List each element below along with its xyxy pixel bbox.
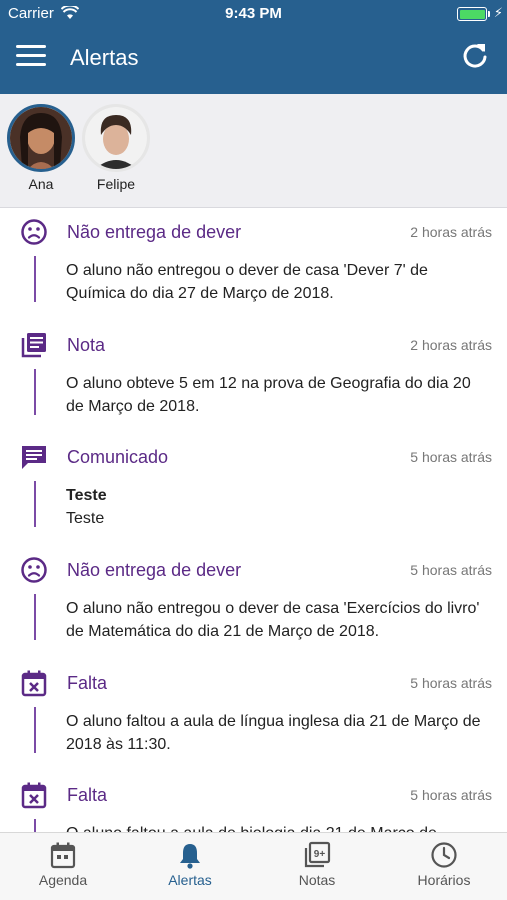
timeline-line (34, 594, 36, 640)
student-felipe[interactable]: Felipe (82, 104, 150, 192)
alert-title: Falta (67, 673, 108, 693)
alert-title: Comunicado (67, 447, 169, 467)
page-title: Alertas (70, 45, 139, 70)
bell-icon (180, 844, 200, 869)
menu-bar (16, 63, 46, 66)
menu-button[interactable] (16, 45, 46, 69)
student-ana[interactable]: Ana (7, 104, 75, 192)
tab-label: Alertas (168, 872, 212, 888)
grades-icon: 9+ (304, 841, 331, 868)
alert-body: O aluno faltou a aula de biologia dia 21… (66, 822, 486, 832)
alert-time: 2 horas atrás (410, 224, 492, 240)
alert-body: O aluno obteve 5 em 12 na prova de Geogr… (66, 375, 471, 415)
alert-title: Não entrega de dever (67, 222, 242, 242)
timeline-line (34, 256, 36, 302)
tab-notas[interactable]: 9+ Notas (254, 833, 380, 900)
timeline-line (34, 819, 36, 832)
menu-bar (16, 54, 46, 57)
battery-icon (457, 7, 487, 21)
charging-bolt-icon: ⚡ (493, 5, 503, 20)
refresh-button[interactable] (461, 41, 489, 69)
app-header: Carrier 9:43 PM ⚡ Alertas (0, 0, 507, 94)
calendar-x-icon (21, 782, 47, 809)
timeline-line (34, 481, 36, 527)
svg-text:9+: 9+ (314, 849, 326, 860)
avatar (82, 104, 150, 172)
avatar (7, 104, 75, 172)
notes-icon (21, 333, 46, 358)
student-name: Ana (28, 176, 54, 192)
tab-horarios[interactable]: Horários (381, 833, 507, 900)
alert-body: Teste Teste (66, 484, 486, 530)
alert-body-heading: Teste (66, 487, 107, 504)
timeline-line (34, 707, 36, 753)
clock-icon (431, 842, 457, 868)
menu-bar (16, 45, 46, 48)
status-bar: Carrier 9:43 PM ⚡ (0, 0, 507, 30)
alert-body: O aluno não entregou o dever de casa 'De… (66, 262, 428, 302)
student-photo-felipe (85, 107, 147, 169)
calendar-x-icon (21, 670, 47, 697)
tab-label: Notas (298, 872, 336, 888)
alert-title: Não entrega de dever (67, 560, 242, 580)
alert-time: 5 horas atrás (410, 787, 492, 803)
tab-label: Horários (417, 872, 471, 888)
alert-time: 5 horas atrás (410, 449, 492, 465)
calendar-icon (50, 842, 76, 869)
sad-face-icon (21, 557, 47, 583)
alert-body: O aluno não entregou o dever de casa 'Ex… (66, 600, 480, 640)
tab-alertas[interactable]: Alertas (127, 833, 253, 900)
sad-face-icon (21, 219, 47, 245)
student-name: Felipe (96, 176, 136, 192)
timeline-line (34, 369, 36, 415)
battery-tip (488, 11, 490, 17)
alert-time: 2 horas atrás (410, 337, 492, 353)
bottom-tab-bar: Agenda Alertas 9+ Notas Horários (0, 832, 507, 900)
tab-label: Agenda (38, 872, 88, 888)
alert-time: 5 horas atrás (410, 562, 492, 578)
alert-body: O aluno faltou a aula de língua inglesa … (66, 713, 481, 753)
alerts-feed[interactable]: Não entrega de dever 2 horas atrás O alu… (0, 208, 507, 832)
alert-title: Falta (67, 785, 108, 805)
clock-time: 9:43 PM (225, 5, 282, 22)
message-icon (22, 446, 46, 469)
alert-title: Nota (67, 335, 106, 355)
student-selector: Ana Felipe (0, 94, 507, 208)
student-photo-ana (10, 107, 72, 169)
alert-time: 5 horas atrás (410, 675, 492, 691)
alert-body-text: Teste (66, 510, 105, 527)
tab-agenda[interactable]: Agenda (0, 833, 126, 900)
